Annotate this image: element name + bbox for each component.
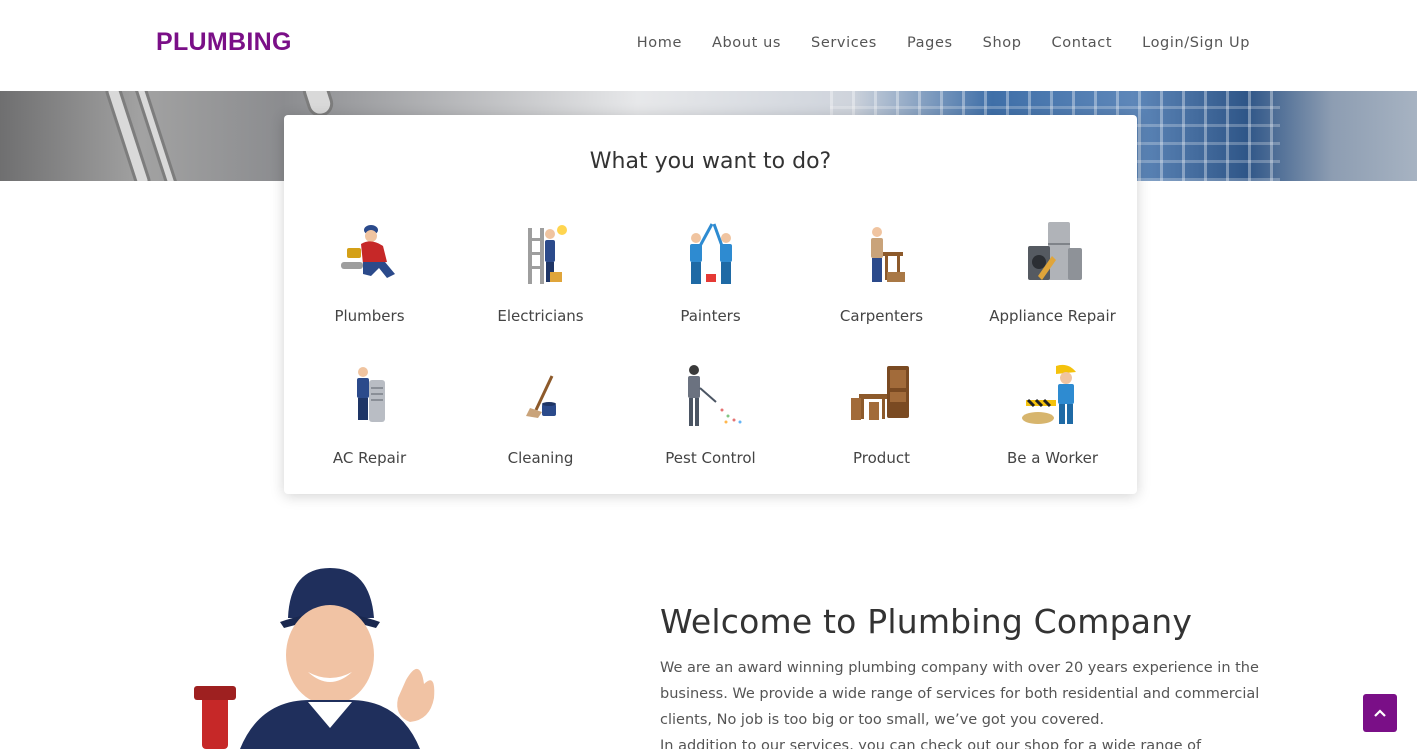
nav-pages[interactable]: Pages bbox=[907, 35, 953, 51]
pest-control-icon bbox=[687, 365, 741, 426]
service-appliance-repair[interactable]: Appliance Repair bbox=[967, 218, 1138, 325]
plumber-icon bbox=[340, 225, 395, 278]
electrician-icon bbox=[527, 225, 567, 284]
service-label: Product bbox=[853, 449, 910, 467]
service-painters[interactable]: Painters bbox=[625, 218, 796, 325]
nav-shop[interactable]: Shop bbox=[983, 35, 1022, 51]
welcome-paragraph: We are an award winning plumbing company… bbox=[660, 660, 1260, 728]
back-to-top-button[interactable] bbox=[1363, 694, 1397, 732]
service-carpenters[interactable]: Carpenters bbox=[796, 218, 967, 325]
service-ac-repair[interactable]: AC Repair bbox=[284, 360, 455, 467]
ac-repair-icon bbox=[356, 367, 385, 422]
service-cleaning[interactable]: Cleaning bbox=[455, 360, 626, 467]
service-electricians[interactable]: Electricians bbox=[455, 218, 626, 325]
welcome-paragraph: In addition to our services, you can che… bbox=[660, 738, 1202, 749]
welcome-text: We are an award winning plumbing company… bbox=[660, 655, 1260, 749]
service-label: Appliance Repair bbox=[989, 307, 1116, 325]
welcome-title: Welcome to Plumbing Company bbox=[660, 602, 1193, 641]
service-plumbers[interactable]: Plumbers bbox=[284, 218, 455, 325]
service-label: Plumbers bbox=[334, 307, 405, 325]
appliance-icon bbox=[1027, 222, 1082, 280]
service-label: Be a Worker bbox=[1006, 449, 1099, 467]
main-nav: Home About us Services Pages Shop Contac… bbox=[607, 35, 1250, 51]
cleaning-icon bbox=[525, 375, 556, 418]
service-label: Electricians bbox=[497, 307, 584, 325]
service-label: Carpenters bbox=[839, 307, 924, 325]
painters-icon bbox=[689, 223, 732, 284]
site-header: PLUMBING Home About us Services Pages Sh… bbox=[0, 0, 1417, 91]
service-label: Pest Control bbox=[665, 449, 756, 467]
nav-about[interactable]: About us bbox=[712, 35, 781, 51]
services-card-title: What you want to do? bbox=[589, 149, 832, 174]
nav-services[interactable]: Services bbox=[811, 35, 877, 51]
carpenter-icon bbox=[870, 227, 905, 282]
nav-login[interactable]: Login/Sign Up bbox=[1142, 35, 1250, 51]
service-pest-control[interactable]: Pest Control bbox=[625, 360, 796, 467]
furniture-icon bbox=[850, 366, 909, 420]
services-card: What you want to do? Plumbers Electricia… bbox=[284, 115, 1137, 494]
site-logo[interactable]: PLUMBING bbox=[156, 28, 292, 57]
plumber-photo bbox=[180, 560, 470, 749]
service-product[interactable]: Product bbox=[796, 360, 967, 467]
chevron-up-icon bbox=[1374, 709, 1386, 717]
plumber-illustration bbox=[194, 568, 435, 749]
service-label: Cleaning bbox=[507, 449, 574, 467]
nav-contact[interactable]: Contact bbox=[1052, 35, 1113, 51]
service-be-a-worker[interactable]: Be a Worker bbox=[967, 360, 1138, 467]
service-label: Painters bbox=[680, 307, 741, 325]
service-label: AC Repair bbox=[332, 449, 407, 467]
construction-worker-icon bbox=[1021, 364, 1076, 424]
nav-home[interactable]: Home bbox=[637, 35, 682, 51]
